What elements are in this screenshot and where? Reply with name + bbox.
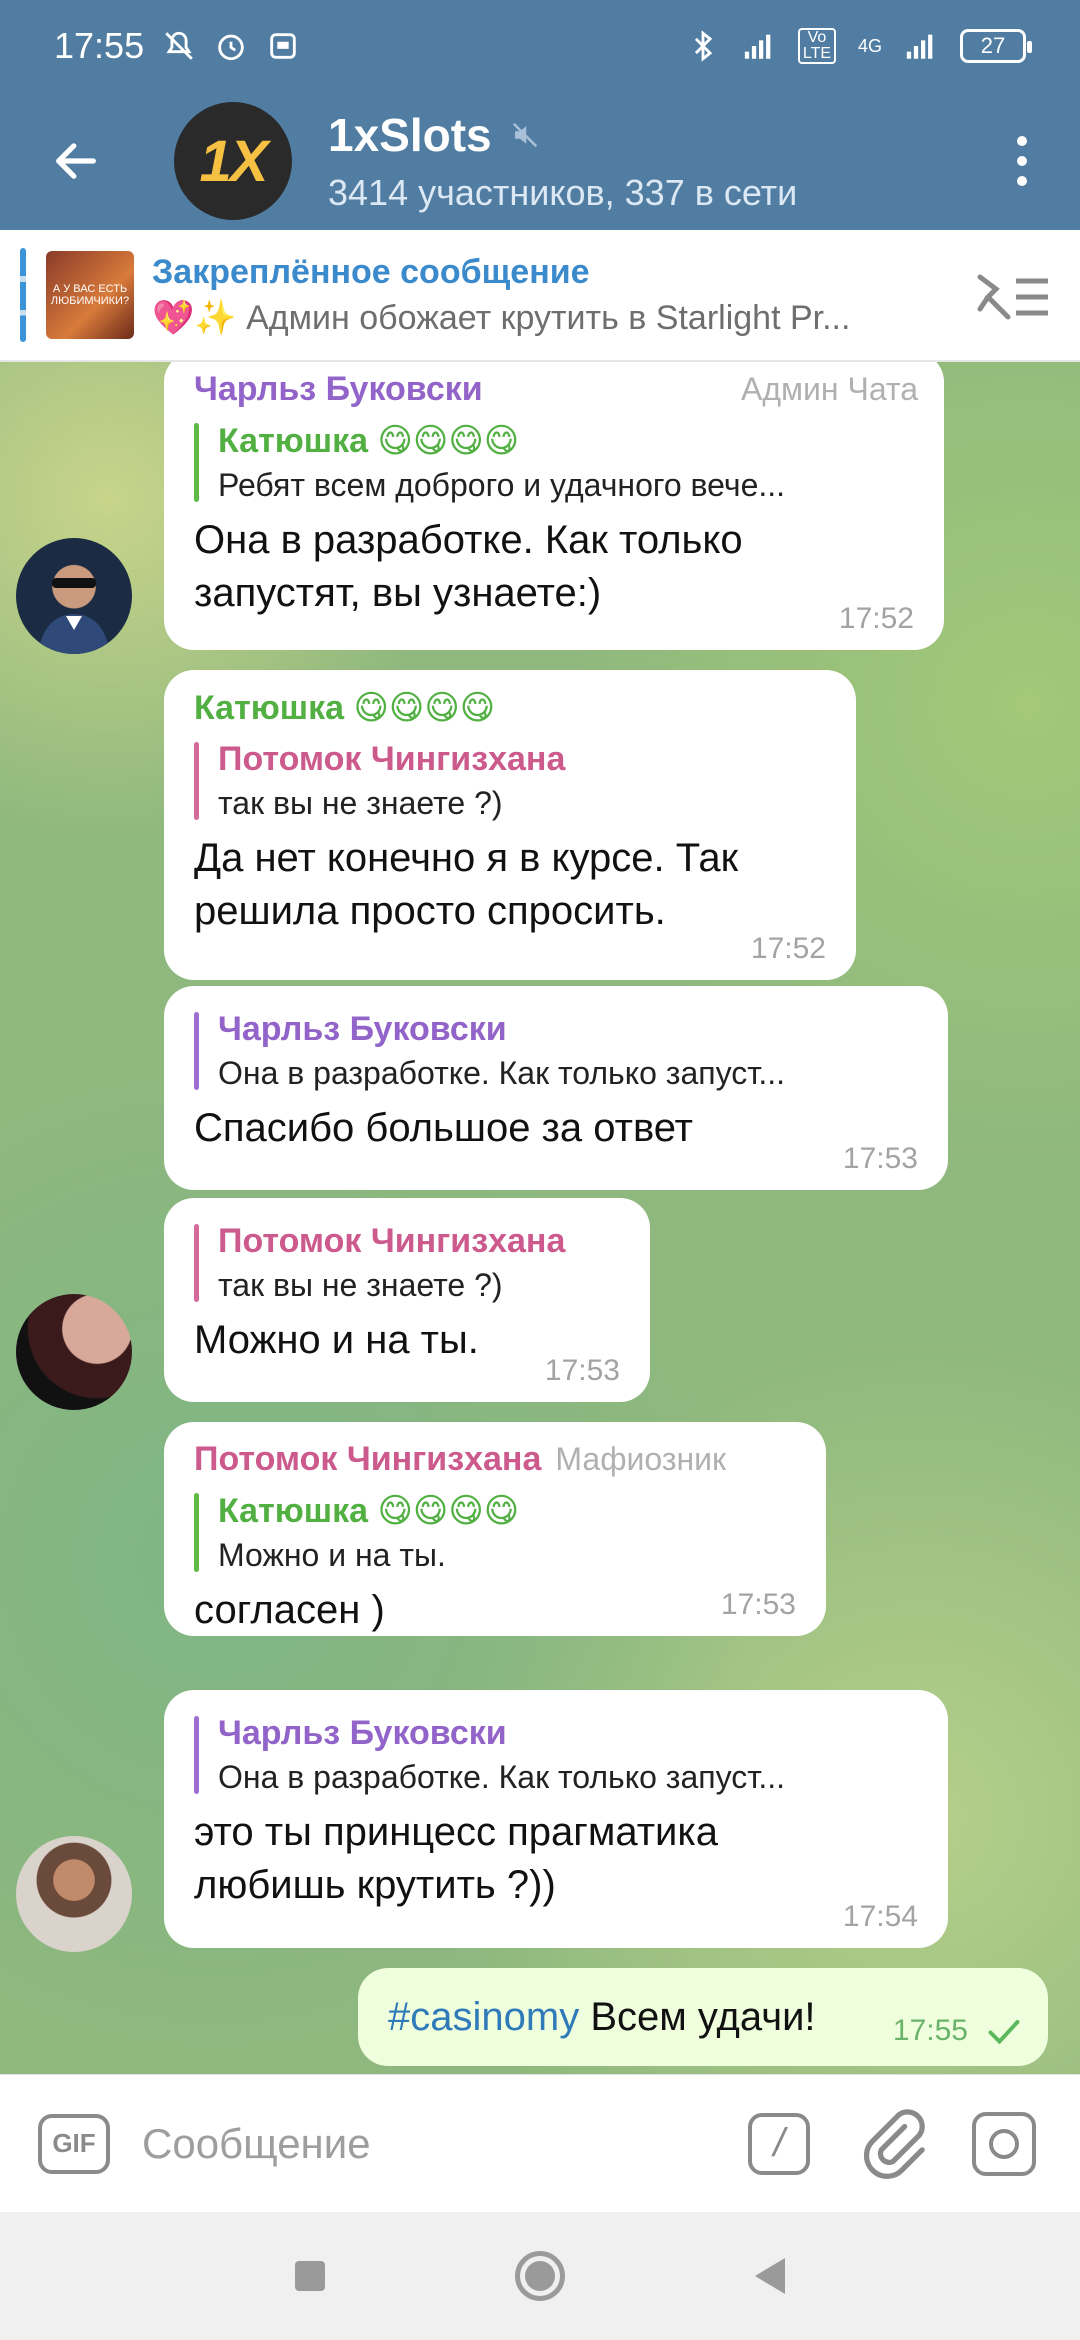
message-bubble[interactable]: Чарльз Буковски Админ Чата Катюшка 😋😋😋😋 … [164, 362, 944, 650]
message-time: 17:52 [750, 932, 826, 965]
bluetooth-icon [694, 30, 713, 62]
pinned-body: 💖✨ Админ обожает крутить в Starlight Pr.… [152, 298, 851, 337]
signal-icon [744, 34, 771, 59]
alarm-icon [218, 34, 244, 61]
avatar[interactable] [16, 1836, 132, 1952]
status-time: 17:55 [54, 25, 145, 66]
chat-header: 17:55 Vo LTE 4G 27 1X 1xSlots 3414 участ… [0, 0, 1080, 230]
pinned-list-icon[interactable] [972, 265, 1052, 325]
person-avatar-icon [38, 578, 110, 654]
reply-text: Ребят всем доброго и удачного вече... [218, 467, 786, 503]
recent-apps-button[interactable] [295, 2261, 325, 2291]
chat-title: 1xSlots [328, 109, 492, 161]
home-button[interactable] [515, 2251, 565, 2301]
reply-quote[interactable]: Катюшка 😋😋😋😋 Ребят всем доброго и удачно… [194, 421, 918, 504]
reply-author: Катюшка 😋😋😋😋 [218, 1492, 520, 1530]
arrow-left-icon [56, 143, 96, 179]
message-bubble[interactable]: Чарльз Буковски Она в разработке. Как то… [164, 986, 948, 1190]
chat-avatar[interactable]: 1X [174, 102, 292, 220]
reply-text: Можно и на ты. [218, 1537, 446, 1573]
more-options-button[interactable] [992, 121, 1052, 201]
reply-quote[interactable]: Чарльз Буковски Она в разработке. Как то… [194, 1714, 922, 1796]
message-text: Да нет конечно я в курсе. Так решила про… [194, 836, 739, 933]
video-message-button[interactable] [972, 2111, 1036, 2176]
reply-quote[interactable]: Катюшка 😋😋😋😋 Можно и на ты. [194, 1491, 800, 1574]
attach-icon[interactable] [858, 2108, 928, 2179]
app-notification-icon [270, 33, 296, 59]
volte-badge: Vo LTE [797, 28, 836, 64]
pinned-indicator [20, 248, 26, 342]
signal-icon-2 [906, 34, 933, 59]
reply-text: Она в разработке. Как только запуст... [218, 1055, 785, 1091]
pinned-message-bar[interactable]: А У ВАС ЕСТЬ ЛЮБИМЧИКИ? Закреплённое соо… [0, 230, 1080, 362]
reply-author: Чарльз Буковски [218, 1714, 507, 1752]
message-bubble[interactable]: Чарльз Буковски Она в разработке. Как то… [164, 1690, 948, 1948]
system-nav-bar [0, 2212, 1080, 2340]
read-check-icon [988, 2020, 1020, 2045]
message-bubble[interactable]: Потомок Чингизхана так вы не знаете ?) М… [164, 1198, 650, 1402]
message-text: это ты принцесс прагматика любишь крутит… [194, 1810, 719, 1907]
message-role: Мафиозник [555, 1441, 727, 1477]
message-role: Админ Чата [741, 371, 918, 407]
reply-quote[interactable]: Чарльз Буковски Она в разработке. Как то… [194, 1010, 922, 1092]
message-time: 17:53 [842, 1142, 918, 1175]
message-bubble[interactable]: Потомок Чингизхана Мафиозник Катюшка 😋😋😋… [164, 1422, 826, 1636]
reply-author: Катюшка 😋😋😋😋 [218, 422, 520, 460]
system-back-button[interactable] [755, 2258, 785, 2294]
reply-author: Потомок Чингизхана [218, 1222, 566, 1260]
avatar[interactable] [16, 538, 132, 654]
message-author: Чарльз Буковски [194, 370, 483, 408]
back-button[interactable] [36, 121, 116, 201]
mute-bell-icon [165, 31, 193, 60]
status-bar: 17:55 Vo LTE 4G 27 [0, 0, 1080, 92]
message-input[interactable]: Сообщение [142, 2120, 748, 2168]
bot-commands-button[interactable]: / [748, 2112, 810, 2175]
message-time: 17:53 [720, 1588, 796, 1621]
message-composer: GIF Сообщение / [0, 2074, 1080, 2212]
reply-text: так вы не знаете ?) [218, 1267, 503, 1303]
reply-author: Потомок Чингизхана [218, 740, 566, 778]
message-author: Катюшка 😋😋😋😋 [194, 689, 496, 727]
message-text: Она в разработке. Как только запустят, в… [194, 518, 743, 615]
message-bubble[interactable]: Катюшка 😋😋😋😋 Потомок Чингизхана так вы н… [164, 670, 856, 980]
network-label: 4G [857, 35, 882, 56]
reply-author: Чарльз Буковски [218, 1010, 507, 1048]
camera-icon [989, 2128, 1019, 2159]
pinned-title: Закреплённое сообщение [152, 252, 590, 291]
reply-text: так вы не знаете ?) [218, 785, 503, 821]
message-author: Потомок Чингизхана [194, 1440, 542, 1478]
message-text: Спасибо большое за ответ [194, 1106, 693, 1150]
chat-subtitle: 3414 участников, 337 в сети [328, 172, 798, 213]
hashtag-link[interactable]: #casinomy [388, 1995, 579, 2039]
message-time: 17:52 [838, 602, 914, 635]
battery-indicator: 27 [960, 29, 1032, 63]
reply-text: Она в разработке. Как только запуст... [218, 1759, 785, 1795]
gif-button[interactable]: GIF [38, 2113, 110, 2174]
chat-info[interactable]: 1xSlots 3414 участников, 337 в сети [328, 108, 797, 214]
message-time: 17:55 [892, 2014, 968, 2047]
avatar[interactable] [16, 1294, 132, 1410]
reply-quote[interactable]: Потомок Чингизхана так вы не знаете ?) [194, 740, 830, 822]
muted-speaker-icon [512, 122, 537, 148]
reply-quote[interactable]: Потомок Чингизхана так вы не знаете ?) [194, 1222, 624, 1304]
pinned-thumbnail: А У ВАС ЕСТЬ ЛЮБИМЧИКИ? [46, 251, 134, 339]
outgoing-message-bubble[interactable]: #casinomy Всем удачи! 17:55 [358, 1968, 1048, 2066]
message-time: 17:54 [842, 1900, 918, 1933]
message-time: 17:53 [544, 1354, 620, 1387]
message-text: Всем удачи! [590, 1994, 816, 2039]
chat-area[interactable]: Чарльз Буковски Админ Чата Катюшка 😋😋😋😋 … [0, 362, 1080, 2074]
message-text: согласен ) [194, 1588, 385, 1632]
